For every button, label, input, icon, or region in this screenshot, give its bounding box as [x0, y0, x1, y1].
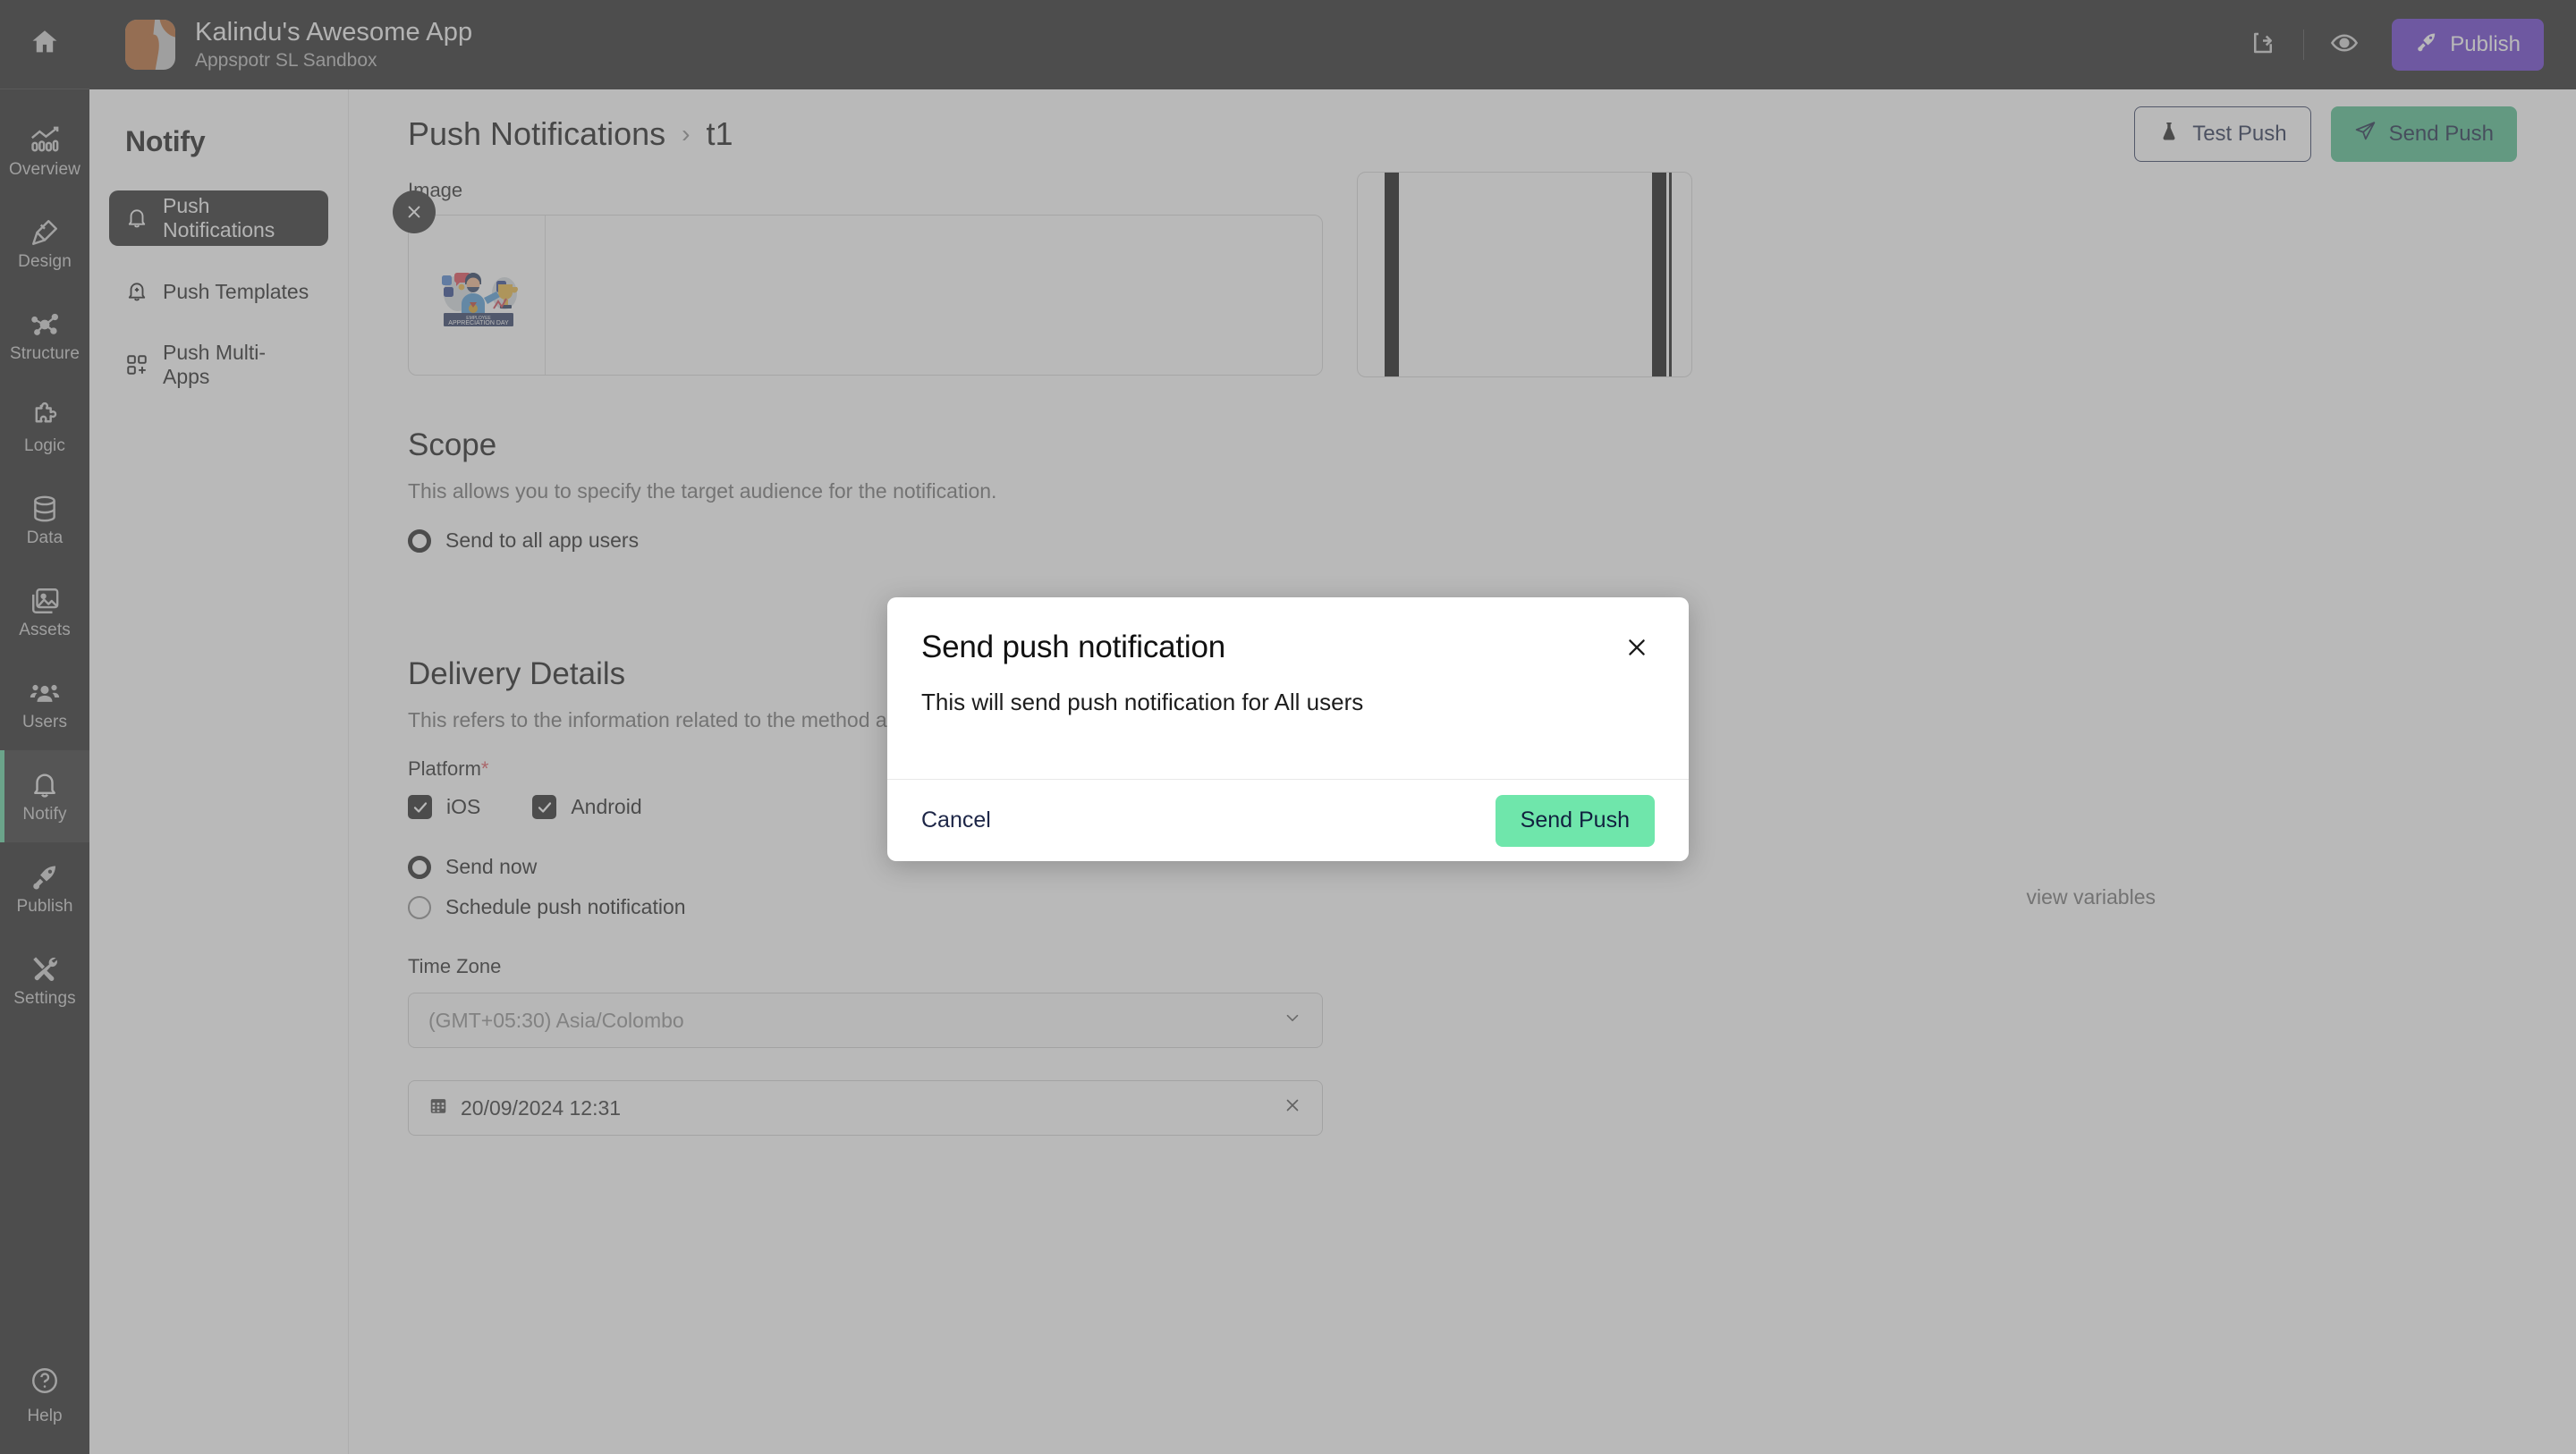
dialog-title: Send push notification — [921, 630, 1226, 664]
dialog-cancel-button[interactable]: Cancel — [921, 807, 991, 833]
dialog-footer: Cancel Send Push — [887, 779, 1689, 861]
dialog-body-text: This will send push notification for All… — [921, 689, 1364, 715]
dialog-close-button[interactable] — [1619, 630, 1655, 665]
dialog-header: Send push notification — [887, 597, 1689, 665]
dialog-send-push-button[interactable]: Send Push — [1495, 794, 1655, 847]
send-push-confirm-dialog: Send push notification This will send pu… — [887, 597, 1689, 861]
app-root: Overview Design — [0, 0, 2576, 1454]
